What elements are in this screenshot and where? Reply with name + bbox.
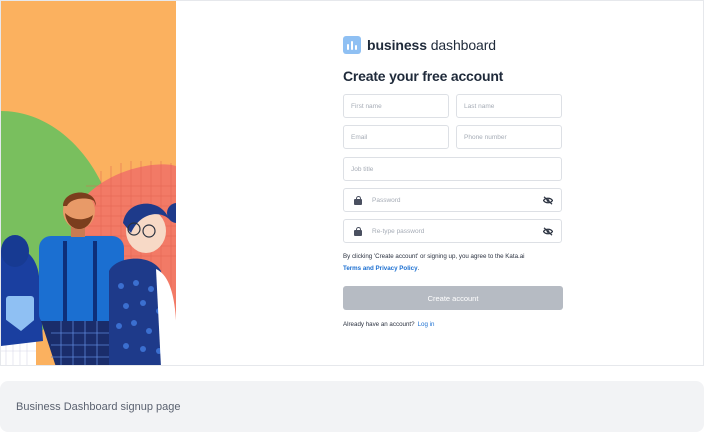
page-title: Create your free account [343, 68, 504, 84]
job-title-placeholder: Job title [351, 165, 374, 173]
caption-bar: Business Dashboard signup page [0, 381, 704, 432]
eye-off-icon[interactable] [543, 227, 553, 236]
retype-password-placeholder: Re-type password [372, 227, 425, 235]
brand-logo: business dashboard [343, 35, 563, 55]
phone-number-input[interactable]: Phone number [456, 125, 562, 149]
first-name-placeholder: First name [351, 102, 382, 110]
email-input[interactable]: Email [343, 125, 449, 149]
password-input[interactable]: Password [343, 188, 562, 212]
brand-name: business dashboard [367, 37, 496, 53]
terms-suffix: . [417, 265, 420, 272]
password-placeholder: Password [372, 196, 401, 204]
login-prompt: Already have an account? Log in [343, 321, 434, 328]
login-link[interactable]: Log in [418, 321, 435, 328]
people-illustration [1, 1, 176, 365]
job-title-input[interactable]: Job title [343, 157, 562, 181]
signup-page: business dashboard Create your free acco… [0, 0, 704, 366]
terms-privacy-link[interactable]: Terms and Privacy Policy [343, 265, 418, 272]
last-name-placeholder: Last name [464, 102, 495, 110]
login-prompt-text: Already have an account? [343, 321, 415, 328]
lock-icon [354, 195, 362, 205]
email-placeholder: Email [351, 133, 368, 141]
lock-icon [354, 226, 362, 236]
terms-notice: By clicking 'Create account' or signing … [343, 251, 573, 275]
eye-off-icon[interactable] [543, 196, 553, 205]
business-dashboard-logo-icon [343, 36, 361, 54]
retype-password-input[interactable]: Re-type password [343, 219, 562, 243]
terms-text: By clicking 'Create account' or signing … [343, 253, 525, 260]
caption-text: Business Dashboard signup page [16, 401, 181, 413]
first-name-input[interactable]: First name [343, 94, 449, 118]
signup-form: business dashboard Create your free acco… [343, 35, 563, 84]
phone-number-placeholder: Phone number [464, 133, 507, 141]
create-account-button[interactable]: Create account [343, 286, 563, 310]
last-name-input[interactable]: Last name [456, 94, 562, 118]
